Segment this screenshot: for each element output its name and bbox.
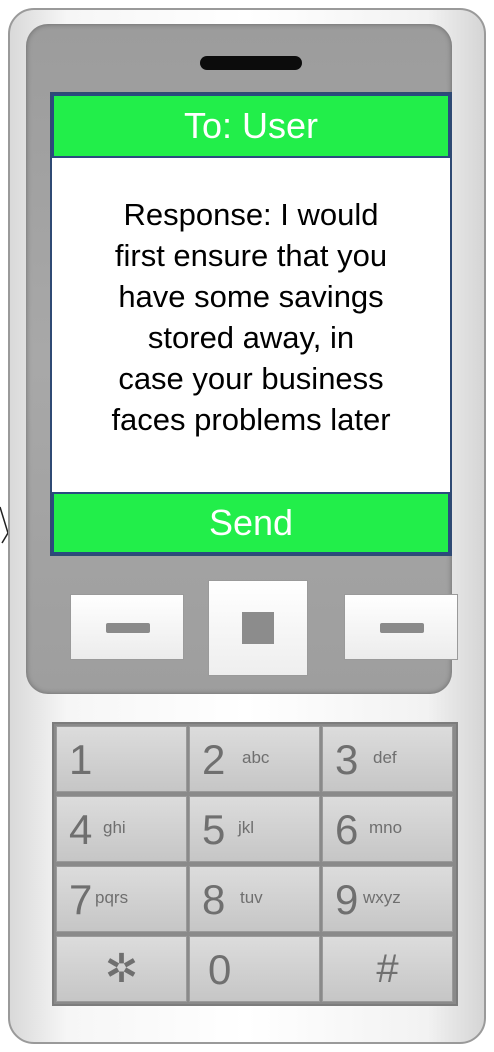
key-digit: 5 bbox=[202, 806, 226, 853]
speaker-grille bbox=[200, 56, 302, 70]
keypad: 1 2 abc 3 def 4 ghi 5 jkl 6 mno 7 pqrs 8… bbox=[52, 722, 458, 1006]
asterisk-icon: ✲ bbox=[104, 947, 139, 991]
key-digit: 7 bbox=[69, 876, 93, 923]
key-digit: 3 bbox=[335, 736, 359, 783]
dash-icon bbox=[380, 623, 424, 633]
key-letters: tuv bbox=[240, 888, 263, 907]
key-6[interactable]: 6 mno bbox=[322, 796, 453, 862]
key-letters: ghi bbox=[103, 818, 126, 837]
key-digit: 2 bbox=[202, 736, 226, 783]
key-5[interactable]: 5 jkl bbox=[189, 796, 320, 862]
key-digit: 9 bbox=[335, 876, 359, 923]
message-line: stored away, in bbox=[147, 320, 355, 355]
key-hash[interactable]: # bbox=[322, 936, 453, 1002]
phone-screen: To: User Response: I would first ensure … bbox=[50, 92, 452, 556]
key-digit: 0 bbox=[208, 946, 232, 993]
key-letters: abc bbox=[242, 748, 270, 767]
message-body: Response: I would first ensure that you … bbox=[52, 158, 450, 488]
square-icon bbox=[242, 612, 274, 644]
key-0[interactable]: 0 bbox=[189, 936, 320, 1002]
key-7[interactable]: 7 pqrs bbox=[56, 866, 187, 932]
key-digit: 1 bbox=[69, 736, 93, 783]
key-2[interactable]: 2 abc bbox=[189, 726, 320, 792]
key-8[interactable]: 8 tuv bbox=[189, 866, 320, 932]
message-line: first ensure that you bbox=[114, 238, 388, 273]
key-letters: def bbox=[373, 748, 397, 767]
key-digit: 4 bbox=[69, 806, 93, 853]
key-digit: 6 bbox=[335, 806, 359, 853]
left-softkey[interactable] bbox=[70, 594, 184, 660]
key-4[interactable]: 4 ghi bbox=[56, 796, 187, 862]
key-digit: 8 bbox=[202, 876, 226, 923]
key-letters: pqrs bbox=[95, 888, 129, 907]
key-letters: jkl bbox=[238, 818, 255, 837]
send-button[interactable]: Send bbox=[52, 492, 450, 554]
center-select-key[interactable] bbox=[208, 580, 308, 676]
key-9[interactable]: 9 wxyz bbox=[322, 866, 453, 932]
message-line: case your business bbox=[118, 361, 384, 396]
key-star[interactable]: ✲ bbox=[56, 936, 187, 1002]
recipient-bar: To: User bbox=[52, 94, 450, 158]
key-1[interactable]: 1 bbox=[56, 726, 187, 792]
key-letters: wxyz bbox=[363, 888, 401, 907]
message-line: Response: I would bbox=[123, 197, 379, 232]
dash-icon bbox=[106, 623, 150, 633]
key-letters: mno bbox=[369, 818, 403, 837]
message-line: have some savings bbox=[118, 279, 384, 314]
key-3[interactable]: 3 def bbox=[322, 726, 453, 792]
hash-icon: # bbox=[376, 947, 399, 991]
right-softkey[interactable] bbox=[344, 594, 458, 660]
message-line: faces problems later bbox=[111, 402, 391, 437]
